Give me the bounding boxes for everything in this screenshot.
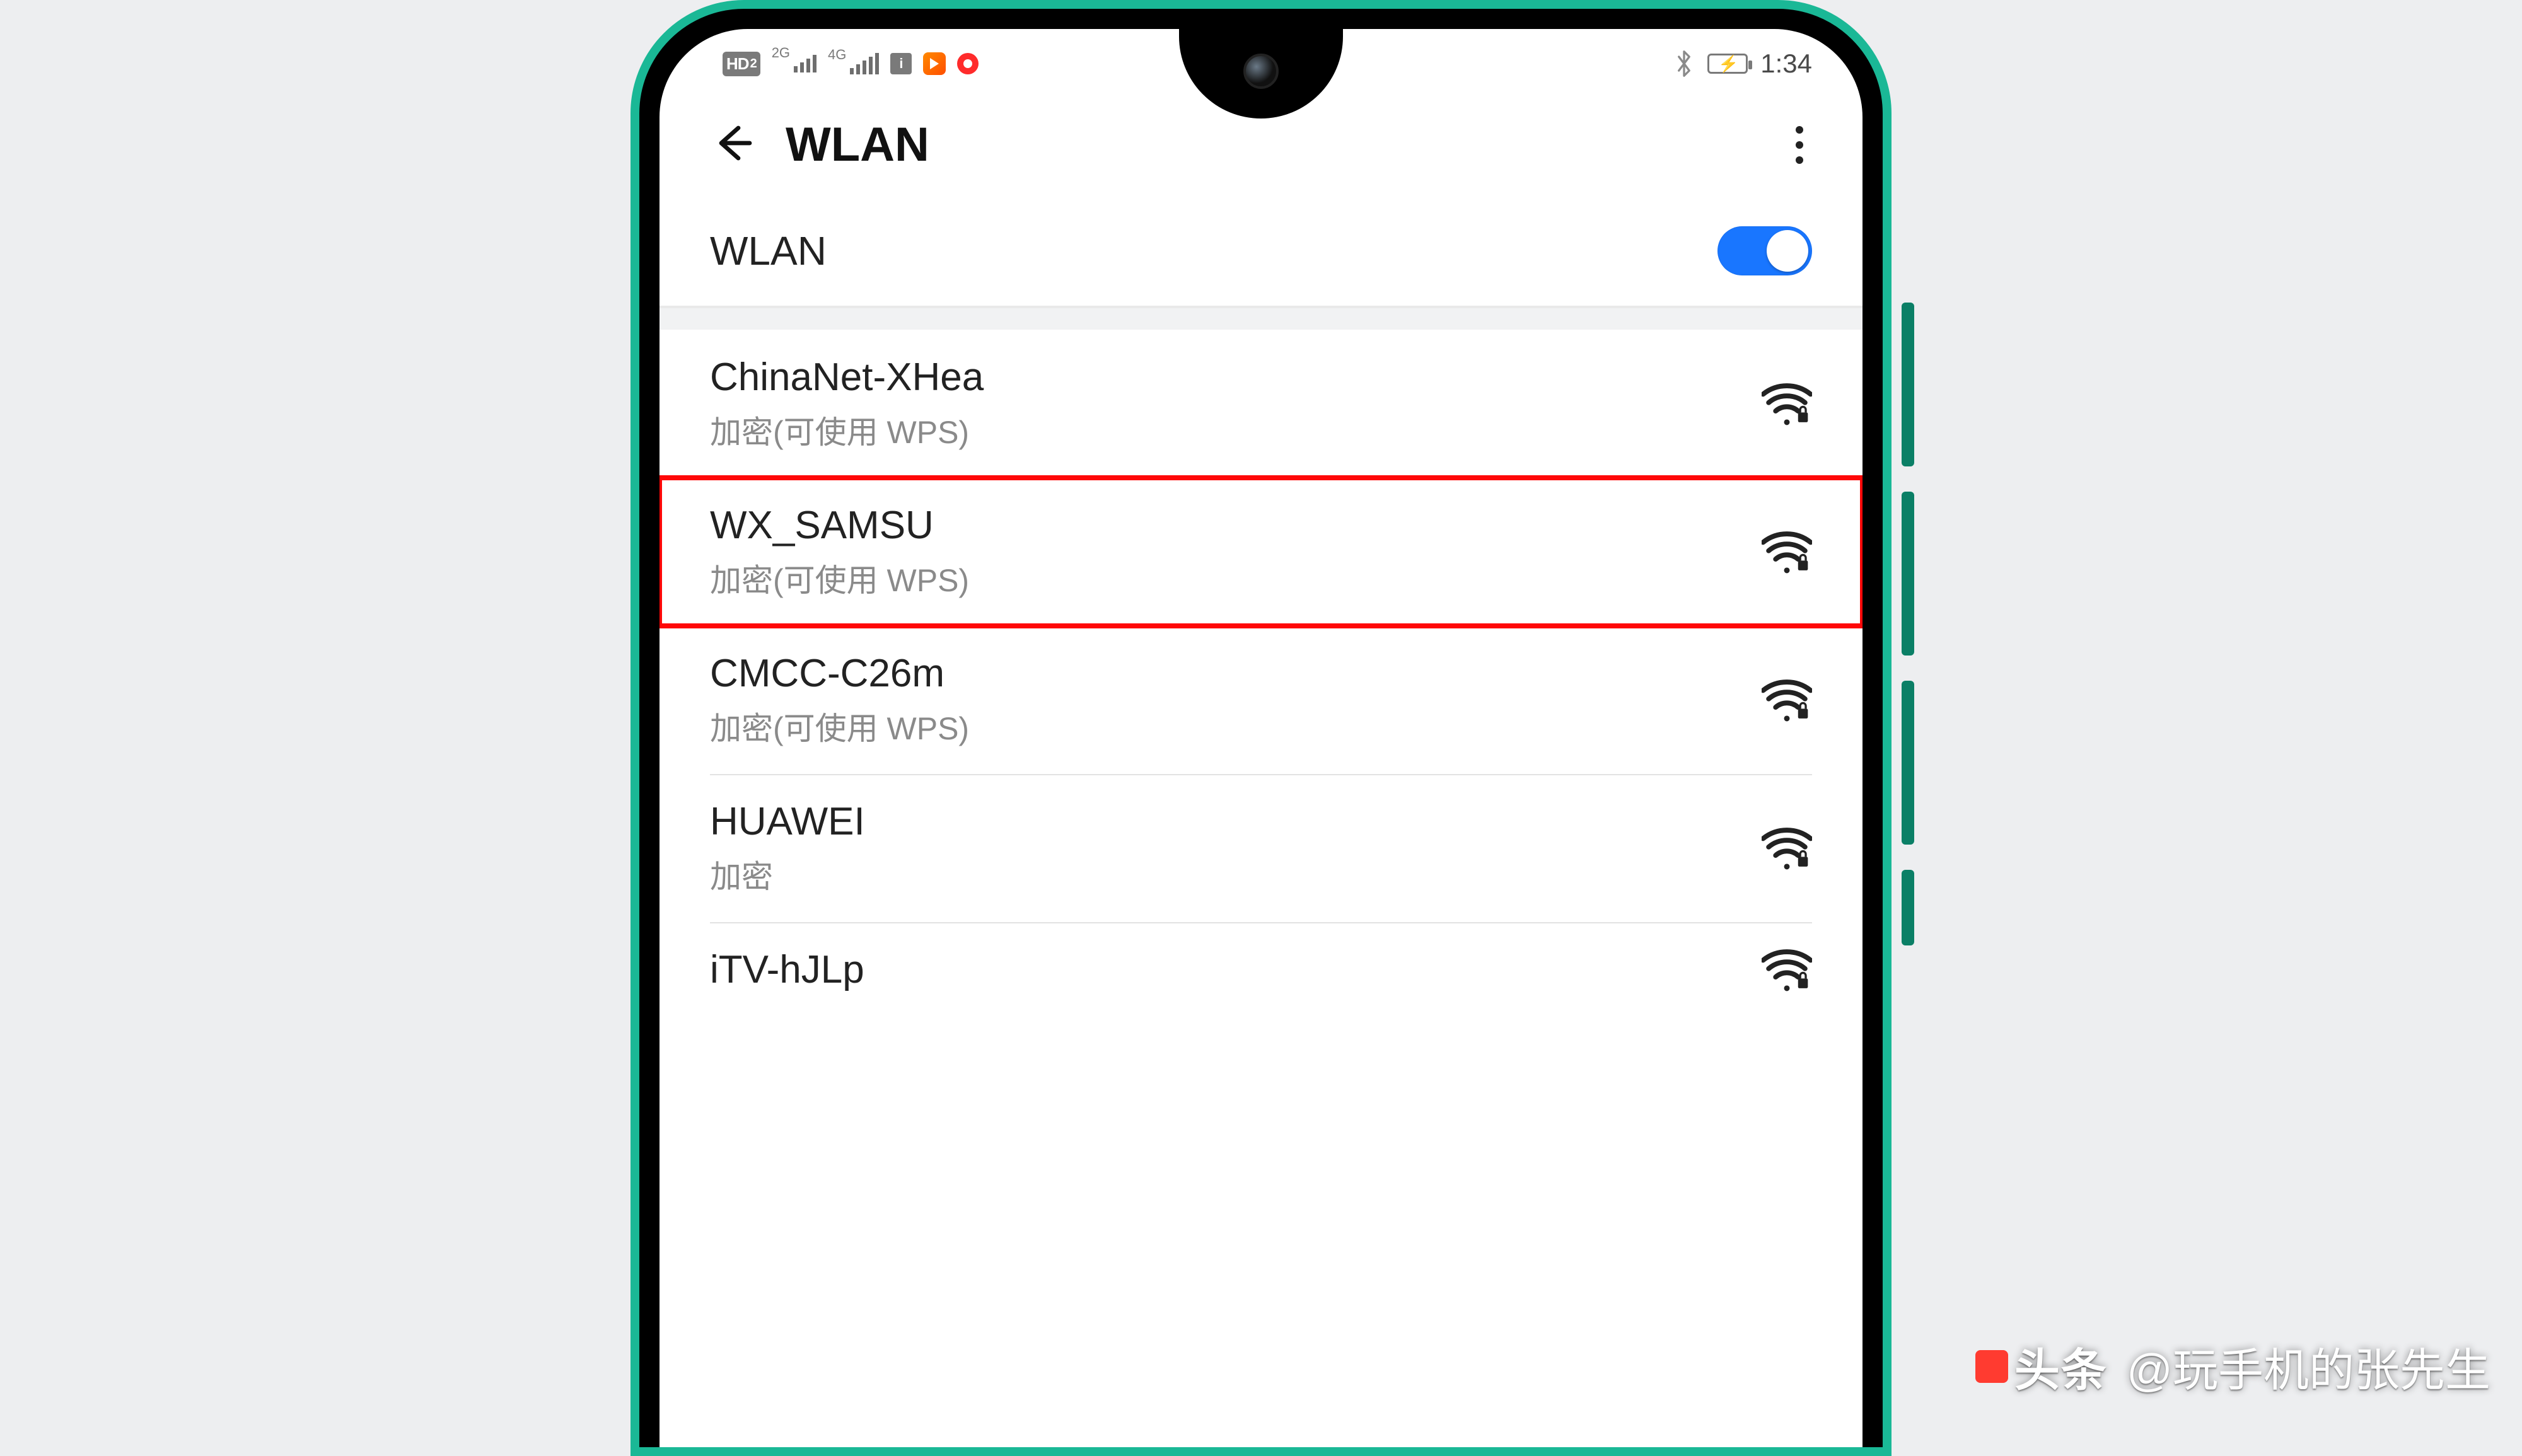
bluetooth-icon bbox=[1673, 50, 1695, 78]
network-detail: 加密 bbox=[710, 852, 865, 897]
network-item[interactable]: HUAWEI 加密 bbox=[660, 774, 1862, 922]
wifi-lock-icon bbox=[1762, 382, 1812, 426]
play-badge-icon bbox=[923, 52, 946, 75]
watermark-brand: 头条 bbox=[2014, 1333, 2108, 1399]
wifi-lock-icon bbox=[1762, 826, 1812, 870]
network-detail: 加密(可使用 WPS) bbox=[710, 555, 969, 601]
arrow-left-icon bbox=[710, 120, 755, 166]
network-ssid: iTV-hJLp bbox=[710, 947, 864, 992]
wifi-lock-icon bbox=[1762, 948, 1812, 992]
network-item[interactable]: CMCC-C26m 加密(可使用 WPS) bbox=[660, 626, 1862, 774]
screen: HD2 2G 4G i ⚡ bbox=[660, 29, 1862, 1447]
phone-frame: HD2 2G 4G i ⚡ bbox=[630, 0, 1891, 1456]
page-title: WLAN bbox=[786, 117, 929, 172]
more-button[interactable] bbox=[1787, 120, 1812, 170]
section-divider bbox=[660, 308, 1862, 330]
wifi-lock-icon bbox=[1762, 678, 1812, 722]
network-item[interactable]: WX_SAMSU 加密(可使用 WPS) bbox=[660, 478, 1862, 626]
watermark-handle: @玩手机的张先生 bbox=[2127, 1333, 2490, 1399]
watermark-logo-icon: 头条 bbox=[1975, 1333, 2108, 1399]
back-button[interactable] bbox=[710, 120, 755, 169]
record-badge-icon bbox=[957, 53, 979, 74]
hd-badge-icon: HD2 bbox=[723, 52, 760, 76]
toggle-label: WLAN bbox=[710, 228, 827, 274]
switch-knob bbox=[1767, 230, 1808, 272]
wifi-lock-icon bbox=[1762, 530, 1812, 574]
network-list: ChinaNet-XHea 加密(可使用 WPS) WX_SAMSU 加密(可使用 … bbox=[660, 330, 1862, 1017]
info-badge-icon: i bbox=[890, 53, 912, 74]
signal-4g-icon: 4G bbox=[828, 53, 879, 74]
network-detail: 加密(可使用 WPS) bbox=[710, 703, 969, 749]
network-detail: 加密(可使用 WPS) bbox=[710, 407, 984, 453]
network-ssid: CMCC-C26m bbox=[710, 651, 969, 696]
camera-icon bbox=[1243, 54, 1279, 89]
phone-mockup: HD2 2G 4G i ⚡ bbox=[630, 0, 1891, 1456]
signal-label: 4G bbox=[828, 47, 846, 63]
watermark: 头条 @玩手机的张先生 bbox=[1975, 1333, 2490, 1399]
hd-sub: 2 bbox=[750, 57, 757, 71]
more-dots-icon bbox=[1796, 126, 1803, 134]
battery-icon: ⚡ bbox=[1707, 54, 1748, 74]
network-ssid: HUAWEI bbox=[710, 799, 865, 844]
network-ssid: WX_SAMSU bbox=[710, 503, 969, 548]
network-ssid: ChinaNet-XHea bbox=[710, 355, 984, 400]
network-item[interactable]: ChinaNet-XHea 加密(可使用 WPS) bbox=[660, 330, 1862, 478]
wlan-toggle-row[interactable]: WLAN bbox=[660, 210, 1862, 308]
side-button bbox=[1902, 492, 1914, 656]
side-button bbox=[1902, 681, 1914, 845]
clock: 1:34 bbox=[1760, 49, 1812, 79]
hd-label: HD bbox=[726, 54, 749, 74]
signal-label: 2G bbox=[772, 45, 790, 61]
side-button bbox=[1902, 303, 1914, 466]
network-item[interactable]: iTV-hJLp bbox=[660, 922, 1862, 1017]
signal-2g-icon: 2G bbox=[772, 55, 816, 72]
side-button bbox=[1902, 870, 1914, 945]
wlan-switch[interactable] bbox=[1717, 226, 1812, 275]
